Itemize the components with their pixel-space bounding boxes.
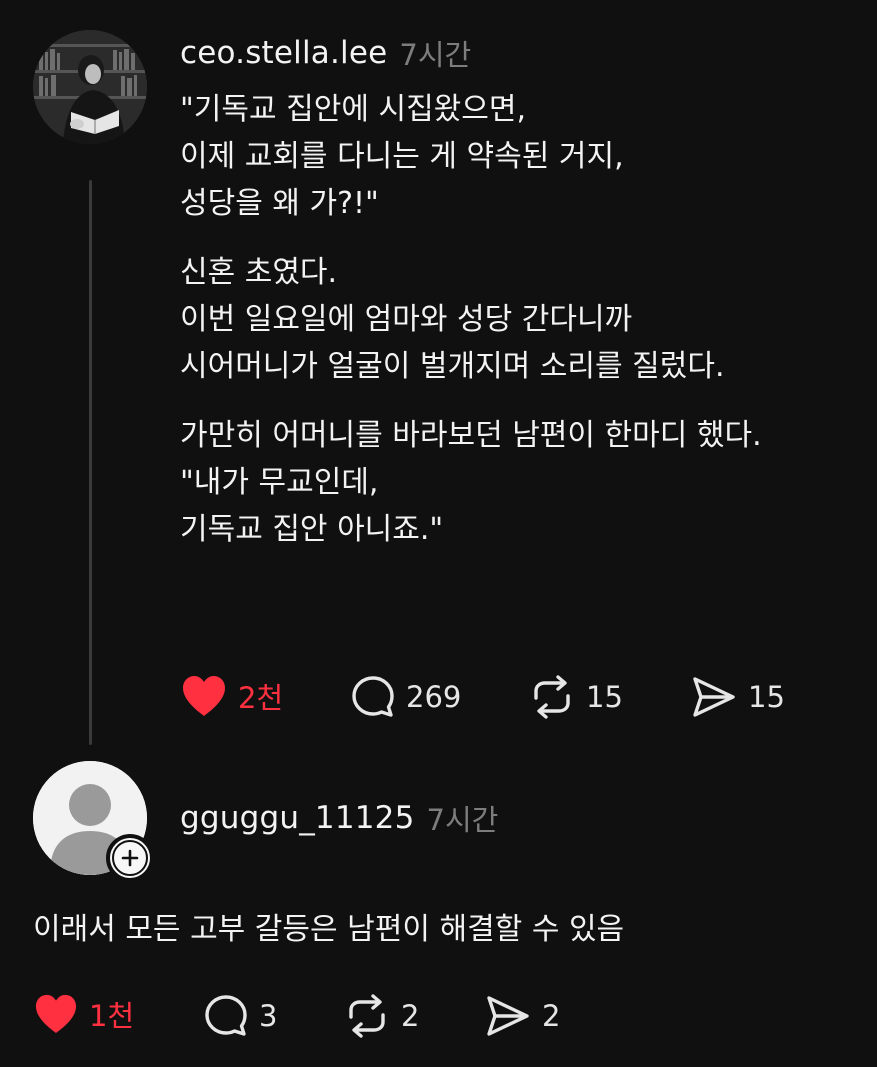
reply-share-button[interactable]: 2 [484, 993, 560, 1039]
repost-count: 15 [586, 680, 623, 714]
reply-header: gguggu_11125 7시간 [180, 795, 498, 841]
reply-like-count: 1천 [89, 999, 135, 1033]
share-count: 15 [748, 680, 785, 714]
plus-icon [112, 840, 148, 876]
comment-button[interactable]: 269 [350, 674, 461, 720]
send-icon [487, 996, 529, 1036]
post-header: ceo.stella.lee 7시간 [180, 30, 471, 76]
like-count: 2천 [238, 681, 284, 715]
reply-share-count: 2 [542, 999, 561, 1033]
post-line: 가만히 어머니를 바라보던 남편이 한마디 했다. [180, 418, 762, 453]
follow-button[interactable] [106, 834, 154, 882]
reply-username[interactable]: gguggu_11125 [180, 800, 415, 836]
reply-repost-button[interactable]: 2 [343, 993, 419, 1039]
post-paragraph: "기독교 집안에 시집왔으면, 이제 교회를 다니는 게 약속된 거지, 성당을… [180, 86, 870, 227]
post-paragraph: 신혼 초였다. 이번 일요일에 엄마와 성당 간다니까 시어머니가 얼굴이 벌개… [180, 249, 870, 390]
post-line: 시어머니가 얼굴이 벌개지며 소리를 질렀다. [180, 349, 725, 384]
heart-icon [35, 994, 77, 1034]
comment-bubble-icon [205, 995, 247, 1036]
comment-bubble-icon [352, 676, 394, 717]
share-button[interactable]: 15 [690, 674, 785, 720]
post-body: "기독교 집안에 시집왔으면, 이제 교회를 다니는 게 약속된 거지, 성당을… [180, 86, 870, 575]
avatar-photo [33, 30, 147, 144]
post-line: "내가 무교인데, [180, 465, 379, 500]
like-button[interactable]: 2천 [180, 674, 283, 718]
repost-button[interactable]: 15 [528, 674, 623, 720]
reply-repost-count: 2 [401, 999, 420, 1033]
reply-like-button[interactable]: 1천 [33, 993, 134, 1035]
post-line: 이번 일요일에 엄마와 성당 간다니까 [180, 302, 633, 337]
repost-icon [534, 675, 570, 719]
repost-icon [349, 994, 385, 1038]
reply-time: 7시간 [426, 803, 499, 837]
post-paragraph: 가만히 어머니를 바라보던 남편이 한마디 했다. "내가 무교인데, 기독교 … [180, 412, 870, 553]
post-line: 기독교 집안 아니죠." [180, 512, 444, 547]
author-avatar[interactable] [33, 30, 147, 144]
thread-line [89, 180, 92, 745]
post-time: 7시간 [399, 38, 472, 72]
comment-count: 269 [406, 680, 462, 714]
post-line: "기독교 집안에 시집왔으면, [180, 92, 527, 127]
post-line: 이제 교회를 다니는 게 약속된 거지, [180, 139, 624, 174]
reply-body: 이래서 모든 고부 갈등은 남편이 해결할 수 있음 [33, 912, 625, 947]
author-username[interactable]: ceo.stella.lee [180, 35, 387, 71]
heart-icon [183, 676, 225, 716]
reply-comment-button[interactable]: 3 [203, 993, 277, 1039]
post-line: 신혼 초였다. [180, 255, 338, 290]
reply-comment-count: 3 [259, 999, 278, 1033]
post-line: 성당을 왜 가?!" [180, 186, 379, 221]
send-icon [693, 677, 735, 717]
